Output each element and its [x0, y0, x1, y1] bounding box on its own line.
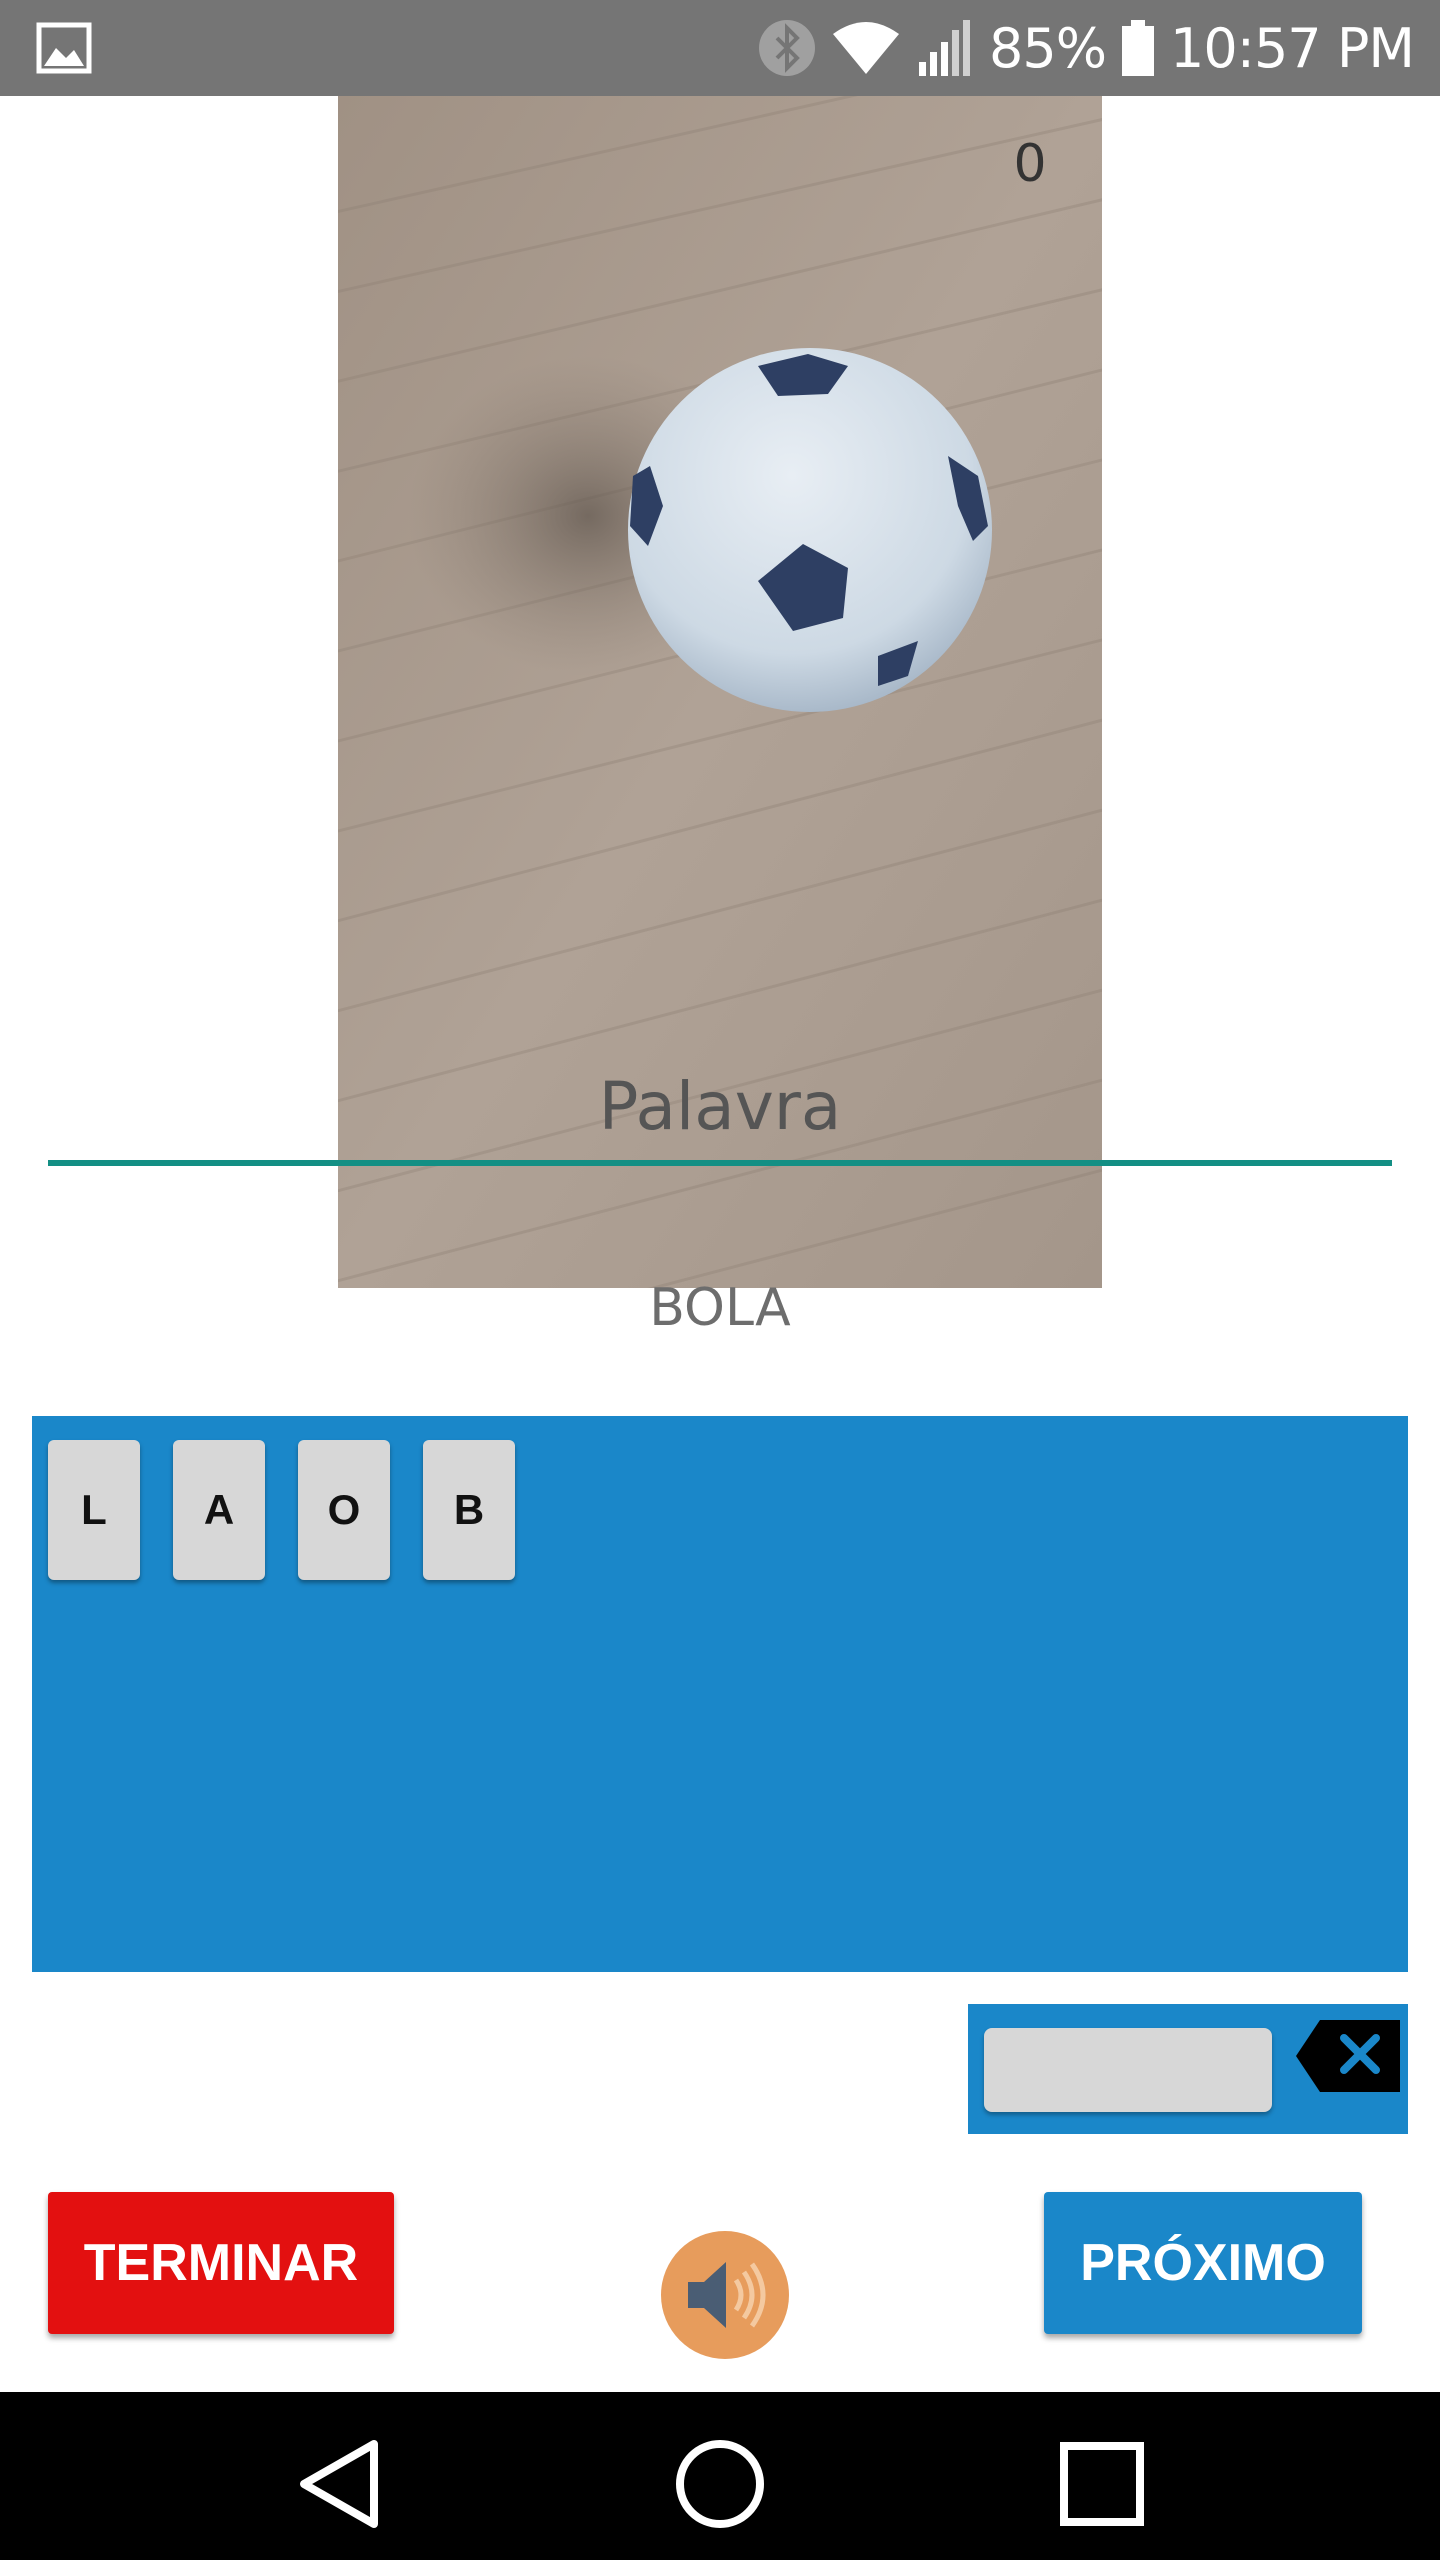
- wifi-icon: [833, 22, 900, 74]
- status-bar: 85% 10:57 PM: [0, 0, 1440, 96]
- letter-tile[interactable]: A: [173, 1440, 265, 1580]
- word-input-underline: [48, 1160, 1392, 1166]
- backspace-icon[interactable]: [1292, 2014, 1402, 2098]
- answer-input-panel: [968, 2004, 1408, 2134]
- speaker-icon[interactable]: [660, 2230, 790, 2360]
- battery-percent: 85%: [989, 16, 1107, 80]
- proximo-button[interactable]: PRÓXIMO: [1044, 2192, 1362, 2334]
- score-counter: 0: [1013, 134, 1047, 194]
- clock: 10:57 PM: [1170, 16, 1415, 80]
- bluetooth-icon: [759, 20, 816, 76]
- signal-icon: [919, 20, 971, 76]
- battery-icon: [1122, 20, 1155, 76]
- gallery-icon: [36, 22, 92, 74]
- answer-input[interactable]: [984, 2028, 1272, 2112]
- back-icon[interactable]: [292, 2434, 392, 2534]
- navigation-bar: [0, 2392, 1440, 2560]
- letter-tile[interactable]: O: [298, 1440, 390, 1580]
- word-input-hint[interactable]: Palavra: [0, 1068, 1440, 1145]
- recents-icon[interactable]: [1052, 2434, 1152, 2534]
- answer-word: BOLA: [649, 1278, 791, 1338]
- letter-tile[interactable]: L: [48, 1440, 140, 1580]
- letter-board: L A O B: [32, 1416, 1408, 1972]
- letter-tile[interactable]: B: [423, 1440, 515, 1580]
- terminar-button[interactable]: TERMINAR: [48, 2192, 394, 2334]
- home-icon[interactable]: [670, 2434, 770, 2534]
